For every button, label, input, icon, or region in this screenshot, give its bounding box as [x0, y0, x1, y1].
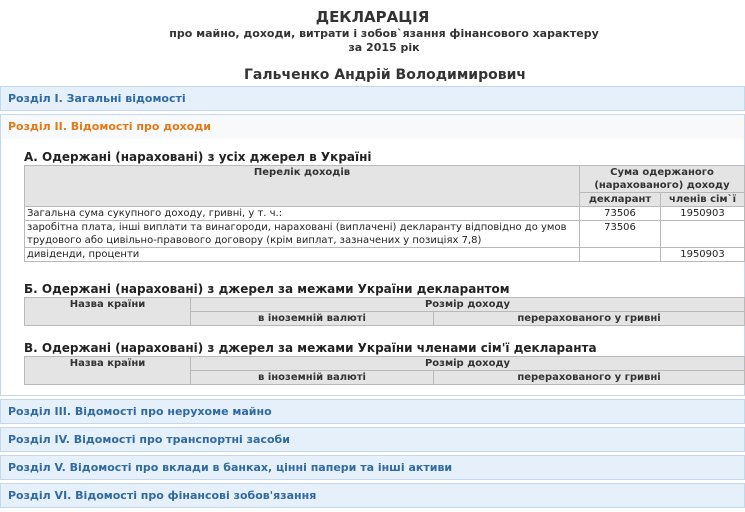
row-declarant-value: 73506	[579, 206, 661, 221]
row-declarant-value	[579, 247, 661, 262]
section-2-income[interactable]: Розділ II. Відомості про доходи	[1, 115, 744, 139]
col-foreign-currency: в іноземній валюті	[190, 370, 434, 385]
section-5-deposits-assets[interactable]: Розділ V. Відомості про вклади в банках,…	[0, 455, 745, 480]
row-label: Загальна сума сукупного доходу, гривні, …	[24, 206, 580, 221]
col-uah: перерахованого у гривні	[433, 370, 745, 385]
section-3-real-estate[interactable]: Розділ III. Відомості про нерухоме майно	[0, 399, 745, 424]
subtitle-line-2: за 2015 рік	[348, 41, 420, 54]
row-family-value	[660, 220, 745, 248]
section-1-general[interactable]: Розділ I. Загальні відомості	[0, 86, 745, 111]
col-declarant: декларант	[579, 192, 661, 207]
col-income-list: Перелік доходів	[24, 165, 580, 207]
col-income-sum: Сума одержаного (нарахованого) доходу	[579, 165, 745, 193]
income-c-table: Назва країни Розмір доходу в іноземній в…	[24, 356, 745, 385]
col-amount: Розмір доходу	[190, 297, 745, 312]
col-foreign-currency: в іноземній валюті	[190, 311, 434, 326]
income-c-heading: В. Одержані (нараховані) з джерел за меж…	[24, 341, 597, 355]
col-country: Назва країни	[24, 297, 191, 326]
income-b-heading: Б. Одержані (нараховані) з джерел за меж…	[24, 282, 510, 296]
section-4-vehicles[interactable]: Розділ IV. Відомості про транспортні зас…	[0, 427, 745, 452]
document-subtitle: про майно, доходи, витрати і зобов`язанн…	[0, 27, 745, 55]
subtitle-line-1: про майно, доходи, витрати і зобов`язанн…	[169, 27, 599, 40]
row-label: дивіденди, проценти	[24, 247, 580, 262]
col-country: Назва країни	[24, 356, 191, 385]
declarant-name: Гальченко Андрій Володимирович	[243, 67, 527, 83]
document-title: ДЕКЛАРАЦІЯ	[315, 8, 430, 26]
table-row: заробітна плата, інші виплати та винагор…	[24, 220, 745, 248]
col-uah: перерахованого у гривні	[433, 311, 745, 326]
table-row: дивіденди, проценти 1950903	[24, 247, 745, 262]
col-amount: Розмір доходу	[190, 356, 745, 371]
income-a-heading: А. Одержані (нараховані) з усіх джерел в…	[24, 150, 372, 164]
income-a-table: Перелік доходів Сума одержаного (нарахов…	[24, 165, 745, 262]
declaration-page: ДЕКЛАРАЦІЯ про майно, доходи, витрати і …	[0, 0, 745, 512]
row-family-value: 1950903	[660, 206, 745, 221]
table-row: Загальна сума сукупного доходу, гривні, …	[24, 206, 745, 221]
col-family: членів сім`ї	[660, 192, 745, 207]
row-label: заробітна плата, інші виплати та винагор…	[24, 220, 580, 248]
section-6-financial-obligations[interactable]: Розділ VI. Відомості про фінансові зобов…	[0, 483, 745, 508]
row-declarant-value: 73506	[579, 220, 661, 248]
income-b-table: Назва країни Розмір доходу в іноземній в…	[24, 297, 745, 326]
row-family-value: 1950903	[660, 247, 745, 262]
